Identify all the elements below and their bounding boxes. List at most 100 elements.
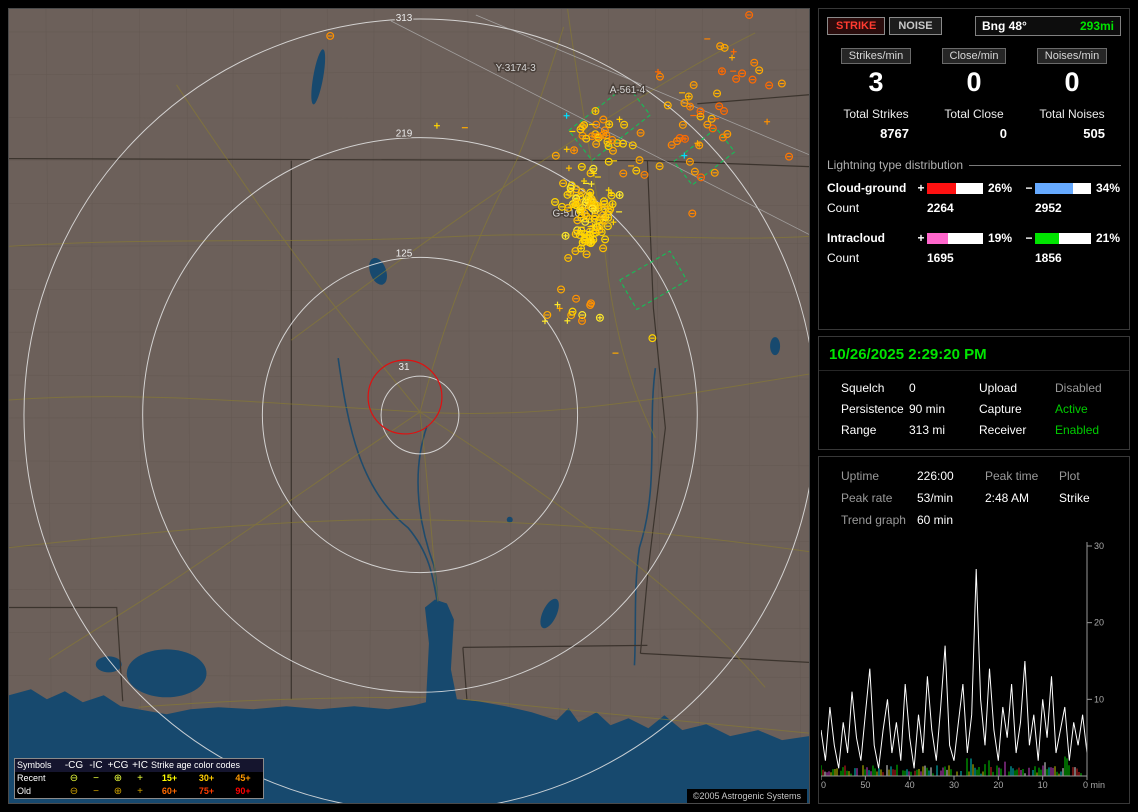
total-strikes-value: 8767 bbox=[880, 126, 909, 142]
ic-negative-pct: 21% bbox=[1096, 231, 1121, 246]
total-close-label: Total Close bbox=[944, 107, 1004, 122]
svg-text:0 min: 0 min bbox=[1083, 780, 1105, 790]
age-45: 45+ bbox=[235, 773, 251, 783]
map-legend: Symbols -CG -IC +CG +IC Strike age color… bbox=[14, 758, 264, 799]
svg-text:30: 30 bbox=[949, 780, 959, 790]
rates-grid: Strikes/min Close/min Noises/min 3 0 0 T… bbox=[827, 48, 1121, 141]
age-60: 60+ bbox=[161, 786, 178, 796]
ic-positive-fill bbox=[927, 232, 949, 244]
bearing-value: Bng 48° bbox=[982, 19, 1027, 33]
trend-graph-label: Trend graph bbox=[841, 513, 906, 527]
noise-mode-button[interactable]: NOISE bbox=[889, 17, 942, 35]
display-mode-row: STRIKE NOISE Bng 48° 293mi bbox=[827, 16, 1121, 36]
total-noises-label: Total Noises bbox=[1039, 107, 1105, 122]
trend-graph-canvas: 30 20 10 60 50 40 30 20 10 0 min bbox=[821, 541, 1105, 790]
legend-col-pcg: +CG bbox=[107, 759, 129, 771]
stats-grid: Uptime 226:00 Peak time Plot Peak rate 5… bbox=[819, 457, 1129, 531]
age-15: 15+ bbox=[161, 773, 178, 783]
plus-icon: + bbox=[137, 785, 143, 797]
ic-positive-pct: 19% bbox=[988, 231, 1013, 246]
svg-text:A-561-4: A-561-4 bbox=[610, 85, 646, 96]
strike-stats-panel: STRIKE NOISE Bng 48° 293mi Strikes/min C… bbox=[818, 8, 1130, 330]
uptime-value: 226:00 bbox=[917, 469, 954, 483]
distribution-title: Lightning type distribution bbox=[827, 158, 1121, 172]
close-per-min-header[interactable]: Close/min bbox=[941, 48, 1007, 64]
trend-duration-value: 60 min bbox=[917, 513, 954, 527]
divider bbox=[969, 164, 1121, 166]
upload-label: Upload bbox=[979, 381, 1018, 395]
receiver-label: Receiver bbox=[979, 423, 1027, 437]
map-canvas[interactable]: 31321912531Y-3174-3A-561-4G-5100-1 bbox=[9, 9, 809, 803]
ic-negative-gauge bbox=[1035, 232, 1091, 244]
plus-sign: + bbox=[917, 231, 925, 246]
legend-row-old: Old ⊖ − ⊕ + 60+ 75+ 90+ bbox=[15, 785, 263, 798]
cg-positive-pct: 26% bbox=[988, 181, 1013, 196]
ic-positive-count: 1695 bbox=[927, 251, 954, 266]
age-90: 90+ bbox=[235, 786, 251, 796]
copyright: ©2005 Astrogenic Systems bbox=[686, 789, 807, 803]
plot-value: Strike bbox=[1059, 491, 1090, 505]
svg-text:10: 10 bbox=[1094, 694, 1104, 704]
system-status-panel: 10/26/2025 2:29:20 PM Squelch 0 Upload D… bbox=[818, 336, 1130, 450]
cg-positive-fill bbox=[927, 182, 957, 194]
datetime-display: 10/26/2025 2:29:20 PM bbox=[819, 337, 1129, 371]
cg-negative-pct: 34% bbox=[1096, 181, 1121, 196]
minus-icon: − bbox=[93, 785, 99, 797]
persistence-label: Persistence bbox=[841, 402, 904, 416]
persistence-value: 90 min bbox=[909, 402, 946, 416]
upload-status: Disabled bbox=[1055, 381, 1102, 395]
svg-text:125: 125 bbox=[396, 248, 413, 259]
minus-sign: − bbox=[1025, 231, 1033, 246]
svg-text:10: 10 bbox=[1038, 780, 1048, 790]
trend-plot-area bbox=[821, 568, 1088, 776]
svg-text:31: 31 bbox=[398, 362, 410, 373]
age-75: 75+ bbox=[198, 786, 215, 796]
peak-rate-label: Peak rate bbox=[841, 491, 893, 505]
legend-old-label: Old bbox=[17, 786, 32, 796]
svg-text:20: 20 bbox=[1094, 618, 1104, 628]
peak-time-label: Peak time bbox=[985, 469, 1039, 483]
legend-col-ncg: -CG bbox=[64, 759, 84, 771]
strike-mode-button[interactable]: STRIKE bbox=[827, 17, 886, 35]
circle-minus-icon: ⊖ bbox=[69, 785, 79, 797]
lightning-map[interactable]: 313 219 125 31 Y-3174-3 A-561-4 G-5100-1 Symbo… bbox=[8, 8, 810, 804]
noises-per-min-value: 0 bbox=[1064, 67, 1080, 97]
legend-age-title: Strike age color codes bbox=[151, 760, 241, 770]
status-grid: Squelch 0 Upload Disabled Persistence 90… bbox=[819, 371, 1129, 445]
total-noises-value: 505 bbox=[1083, 126, 1105, 142]
plus-sign: + bbox=[917, 181, 925, 196]
cloud-ground-label: Cloud-ground bbox=[827, 181, 907, 196]
trend-panel: Uptime 226:00 Peak time Plot Peak rate 5… bbox=[818, 456, 1130, 804]
svg-text:20: 20 bbox=[993, 780, 1003, 790]
axis-labels: 30 20 10 60 50 40 30 20 10 0 min bbox=[821, 541, 1105, 790]
cg-negative-gauge bbox=[1035, 182, 1091, 194]
legend-header: Symbols -CG -IC +CG +IC Strike age color… bbox=[15, 759, 263, 772]
total-strikes-label: Total Strikes bbox=[843, 107, 909, 122]
strikes-per-min-header[interactable]: Strikes/min bbox=[840, 48, 912, 64]
strikes-per-min-value: 3 bbox=[868, 67, 884, 97]
legend-col-pic: +IC bbox=[132, 759, 148, 771]
noises-per-min-header[interactable]: Noises/min bbox=[1036, 48, 1108, 64]
count-label: Count bbox=[827, 201, 860, 216]
cg-positive-count: 2264 bbox=[927, 201, 954, 216]
squelch-value: 0 bbox=[909, 381, 916, 395]
peak-rate-value: 53/min bbox=[917, 491, 954, 505]
legend-symbols-title: Symbols bbox=[17, 760, 52, 770]
intracloud-label: Intracloud bbox=[827, 231, 886, 246]
total-close-value: 0 bbox=[999, 126, 1007, 142]
range-value: 313 mi bbox=[909, 423, 946, 437]
squelch-label: Squelch bbox=[841, 381, 885, 395]
cloud-ground-counts: Count 2264 2952 bbox=[827, 201, 1121, 215]
cg-negative-fill bbox=[1035, 182, 1074, 194]
trend-graph: 30 20 10 60 50 40 30 20 10 0 min bbox=[821, 535, 1129, 795]
age-30: 30+ bbox=[198, 773, 215, 783]
legend-recent-label: Recent bbox=[17, 773, 46, 783]
legend-row-recent: Recent ⊖ − ⊕ + 15+ 30+ 45+ bbox=[15, 772, 263, 785]
minus-icon: − bbox=[93, 772, 99, 784]
svg-text:219: 219 bbox=[396, 129, 413, 140]
legend-col-nic: -IC bbox=[89, 759, 103, 771]
intracloud-counts: Count 1695 1856 bbox=[827, 251, 1121, 265]
close-per-min-value: 0 bbox=[966, 67, 982, 97]
cloud-ground-row: Cloud-ground + 26% − 34% bbox=[827, 181, 1121, 195]
cg-negative-count: 2952 bbox=[1035, 201, 1062, 216]
